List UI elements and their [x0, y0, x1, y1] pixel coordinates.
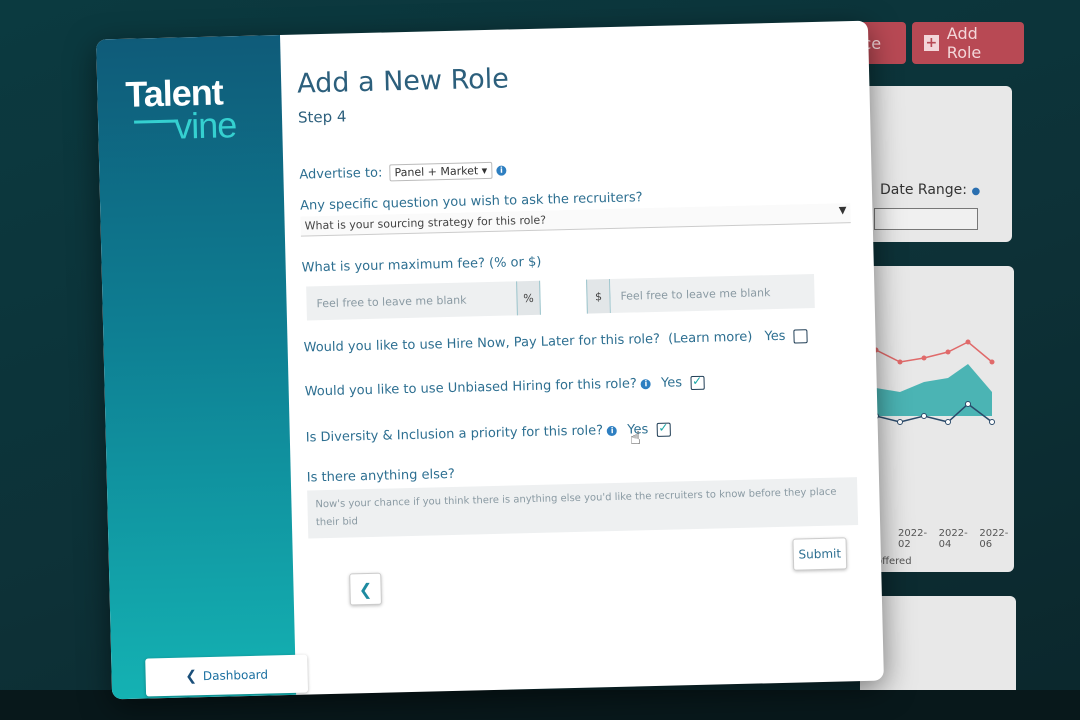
dashboard-label: Dashboard: [202, 667, 269, 684]
series-a-point: [945, 349, 951, 355]
background-add-role-button[interactable]: + Add Role: [912, 22, 1024, 64]
series-a-point: [921, 355, 927, 361]
anything-else-textarea[interactable]: Now's your chance if you think there is …: [307, 477, 859, 539]
series-c-point: [945, 419, 951, 425]
diversity-label: Is Diversity & Inclusion a priority for …: [305, 423, 604, 446]
date-range-input[interactable]: [874, 208, 978, 230]
step-label: Step 4: [297, 107, 347, 127]
fee-label: What is your maximum fee? (% or $): [301, 254, 542, 276]
hire-now-label: Would you like to use Hire Now, Pay Late…: [303, 331, 661, 356]
fee-dollar-group: $ Feel free to leave me blank: [586, 274, 815, 314]
series-c-point: [921, 413, 927, 419]
dashboard-button[interactable]: ❮ Dashboard: [145, 654, 309, 697]
submit-button[interactable]: Submit: [792, 537, 848, 571]
dollar-addon: $: [586, 279, 611, 314]
series-c-point: [897, 419, 903, 425]
logo-text-bottom: vine: [173, 104, 237, 147]
chart-tick-labels: 2022-02 2022-04 2022-06: [898, 528, 1014, 550]
chevron-left-icon: ❮: [185, 668, 198, 685]
background-add-role-label: Add Role: [946, 24, 982, 62]
hire-now-yes-label: Yes: [764, 328, 786, 345]
add-role-modal: Talent vine ❮ Dashboard Add a New Role S…: [96, 20, 884, 700]
anything-else-label: Is there anything else?: [306, 466, 455, 486]
form-content: Add a New Role Step 4 Advertise to: Pane…: [296, 21, 872, 694]
talentvine-logo: Talent vine: [125, 71, 237, 147]
unbiased-row: Would you like to use Unbiased Hiring fo…: [305, 375, 705, 400]
background-filter-card: Date Range: ●: [860, 86, 1012, 242]
chart-legend-fragment: offered: [876, 556, 912, 567]
tick-label: 2022-04: [938, 528, 968, 550]
diversity-row: Is Diversity & Inclusion a priority for …: [306, 422, 671, 446]
unbiased-checkbox[interactable]: [690, 375, 705, 390]
hire-now-row: Would you like to use Hire Now, Pay Late…: [303, 328, 808, 356]
advertise-row: Advertise to: Panel + Market ▾ i: [299, 161, 507, 184]
chevron-left-icon: ❮: [358, 579, 373, 599]
background-chart: [873, 339, 995, 425]
chevron-down-icon: ▼: [838, 205, 847, 217]
background-lower-card: [860, 596, 1016, 696]
series-c-point: [989, 419, 995, 425]
date-range-label: Date Range: ●: [880, 182, 981, 198]
fee-percent-group: Feel free to leave me blank %: [306, 280, 541, 321]
advertise-label: Advertise to:: [299, 165, 383, 183]
info-icon: ●: [971, 186, 981, 197]
fee-percent-input[interactable]: Feel free to leave me blank: [306, 281, 517, 321]
learn-more-link[interactable]: (Learn more): [668, 330, 753, 347]
unbiased-label: Would you like to use Unbiased Hiring fo…: [304, 376, 637, 400]
hand-cursor-icon: ☝: [630, 428, 641, 449]
series-a-point: [897, 359, 903, 365]
background-chart-card: 2022-02 2022-04 2022-06 offered: [860, 266, 1014, 572]
back-button[interactable]: ❮: [349, 572, 382, 606]
percent-addon: %: [516, 280, 541, 316]
info-icon[interactable]: i: [607, 425, 618, 436]
series-a-point: [989, 359, 995, 365]
page-title: Add a New Role: [296, 63, 510, 100]
info-icon[interactable]: i: [640, 378, 652, 389]
hire-now-checkbox[interactable]: [793, 328, 808, 344]
diversity-checkbox[interactable]: [656, 422, 671, 437]
plus-square-icon: +: [924, 35, 939, 51]
series-c-point: [965, 401, 971, 407]
unbiased-yes-label: Yes: [660, 375, 683, 391]
tick-label: 2022-06: [979, 528, 1009, 550]
tick-label: 2022-02: [898, 528, 928, 550]
fee-dollar-input[interactable]: Feel free to leave me blank: [610, 274, 815, 314]
logo-swoosh: [134, 119, 179, 124]
series-a-line: [875, 341, 993, 363]
sidebar: Talent vine ❮ Dashboard: [96, 35, 309, 700]
advertise-select[interactable]: Panel + Market ▾: [389, 161, 493, 182]
question-select-value: What is your sourcing strategy for this …: [304, 213, 547, 233]
series-a-point: [965, 339, 971, 345]
info-icon[interactable]: i: [496, 165, 507, 176]
